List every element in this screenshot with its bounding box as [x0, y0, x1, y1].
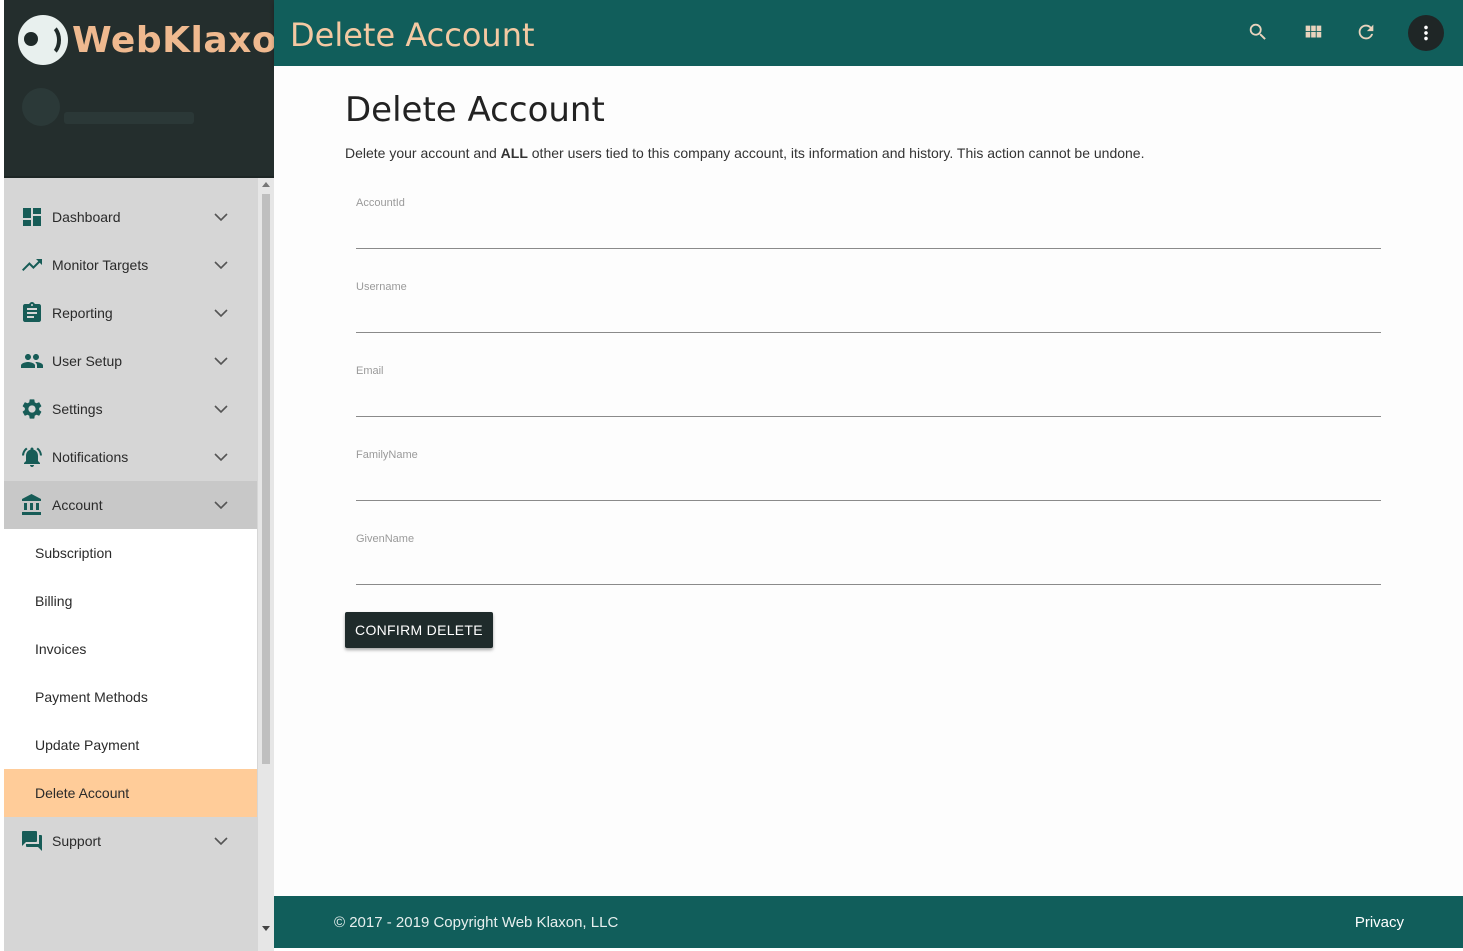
- sidebar-item-label: Settings: [52, 401, 103, 417]
- given-name-label: GivenName: [356, 533, 415, 545]
- sidebar-subitem-label: Subscription: [35, 545, 113, 561]
- sidebar-subitem-delete-account[interactable]: Delete Account: [4, 769, 257, 817]
- sidebar-item-label: Dashboard: [52, 209, 121, 225]
- brand-name: WebKlaxon: [72, 20, 304, 61]
- username-label: Username: [356, 281, 407, 293]
- sidebar-subitem-label: Payment Methods: [35, 689, 148, 705]
- sidebar-subitem-label: Delete Account: [35, 785, 130, 801]
- sidebar-item-user-setup[interactable]: User Setup: [4, 337, 257, 385]
- sidebar-scrollbar[interactable]: [258, 178, 274, 951]
- email-label: Email: [356, 365, 384, 377]
- app-root: WebKlaxon Dashboard Monitor Targets Repo…: [0, 0, 1463, 951]
- clipboard-icon: [23, 302, 41, 322]
- chevron-down-icon: [214, 261, 228, 270]
- dashboard-icon: [23, 208, 41, 226]
- email-field: Email: [356, 365, 1381, 435]
- sidebar-item-settings[interactable]: Settings: [4, 385, 257, 433]
- grid-view-button[interactable]: [1295, 14, 1331, 50]
- grid-icon: [1305, 25, 1322, 38]
- copyright-text: © 2017 - 2019 Copyright Web Klaxon, LLC: [334, 914, 619, 931]
- sidebar-subitem-invoices[interactable]: Invoices: [4, 625, 257, 673]
- family-name-field: FamilyName: [356, 449, 1381, 519]
- account-id-field: AccountId: [356, 197, 1381, 267]
- warning-text-end: other users tied to this company account…: [527, 145, 1145, 161]
- sidebar-subitem-label: Update Payment: [35, 737, 140, 753]
- gear-icon: [22, 399, 42, 419]
- sidebar-item-account[interactable]: Account: [4, 481, 257, 529]
- sidebar-subitem-update-payment[interactable]: Update Payment: [4, 721, 257, 769]
- chevron-down-icon: [214, 213, 228, 222]
- forum-icon: [22, 831, 42, 851]
- delete-warning-text: Delete your account and ALL other users …: [345, 145, 1144, 161]
- sidebar-subitem-label: Invoices: [35, 641, 87, 657]
- warning-text-emphasis: ALL: [500, 145, 528, 161]
- sidebar-subitem-billing[interactable]: Billing: [4, 577, 257, 625]
- scroll-down-arrow-icon[interactable]: [262, 926, 270, 931]
- page-heading: Delete Account: [345, 90, 605, 130]
- sidebar-item-label: Account: [52, 497, 103, 513]
- more-vert-icon: [1424, 25, 1428, 41]
- sidebar-item-dashboard[interactable]: Dashboard: [4, 193, 257, 241]
- given-name-input[interactable]: [356, 555, 1381, 585]
- sidebar-subitem-subscription[interactable]: Subscription: [4, 529, 257, 577]
- warning-text-start: Delete your account and: [345, 145, 501, 161]
- chevron-down-icon: [214, 453, 228, 462]
- main-content: Delete Account Delete your account and A…: [274, 66, 1463, 896]
- scroll-thumb[interactable]: [262, 194, 270, 764]
- username-input[interactable]: [356, 303, 1381, 333]
- sidebar-item-support[interactable]: Support: [4, 817, 257, 865]
- refresh-icon: [1358, 24, 1374, 40]
- sidebar-item-reporting[interactable]: Reporting: [4, 289, 257, 337]
- chevron-down-icon: [214, 837, 228, 846]
- sidebar: WebKlaxon Dashboard Monitor Targets Repo…: [4, 0, 303, 951]
- email-input[interactable]: [356, 387, 1381, 417]
- more-options-button[interactable]: [1408, 15, 1444, 51]
- username-field: Username: [356, 281, 1381, 351]
- family-name-label: FamilyName: [356, 449, 418, 461]
- sidebar-item-label: Support: [52, 833, 102, 849]
- confirm-delete-button[interactable]: CONFIRM DELETE: [345, 612, 493, 648]
- user-info: [64, 112, 194, 124]
- sidebar-item-label: Reporting: [52, 305, 113, 321]
- given-name-field: GivenName: [356, 533, 1381, 603]
- account-id-input[interactable]: [356, 219, 1381, 249]
- privacy-link[interactable]: Privacy: [1355, 914, 1404, 931]
- sidebar-item-label: Notifications: [52, 449, 129, 465]
- sidebar-subitem-payment-methods[interactable]: Payment Methods: [4, 673, 257, 721]
- chevron-down-icon: [214, 309, 228, 318]
- page-title: Delete Account: [290, 16, 535, 54]
- bank-icon: [22, 494, 41, 515]
- sidebar-subitem-label: Billing: [35, 593, 73, 609]
- search-button[interactable]: [1240, 14, 1276, 50]
- bell-icon: [22, 447, 42, 467]
- sidebar-nav: Dashboard Monitor Targets Reporting User…: [4, 193, 257, 865]
- account-id-label: AccountId: [356, 197, 405, 209]
- search-icon: [1249, 23, 1266, 40]
- sidebar-item-label: User Setup: [52, 353, 123, 369]
- top-app-bar: Delete Account: [274, 0, 1463, 66]
- chevron-down-icon: [214, 357, 228, 366]
- sidebar-item-notifications[interactable]: Notifications: [4, 433, 257, 481]
- footer: © 2017 - 2019 Copyright Web Klaxon, LLC …: [274, 896, 1463, 948]
- avatar[interactable]: [22, 88, 60, 126]
- family-name-input[interactable]: [356, 471, 1381, 501]
- chevron-down-icon: [214, 405, 228, 414]
- people-icon: [21, 354, 43, 368]
- refresh-button[interactable]: [1348, 14, 1384, 50]
- chevron-down-icon: [214, 501, 228, 510]
- brand-header: WebKlaxon: [4, 0, 303, 178]
- logo-icon: [18, 15, 68, 65]
- scroll-up-arrow-icon[interactable]: [262, 182, 270, 187]
- sidebar-item-label: Monitor Targets: [52, 257, 149, 273]
- sidebar-item-monitor-targets[interactable]: Monitor Targets: [4, 241, 257, 289]
- trending-up-icon: [22, 259, 42, 271]
